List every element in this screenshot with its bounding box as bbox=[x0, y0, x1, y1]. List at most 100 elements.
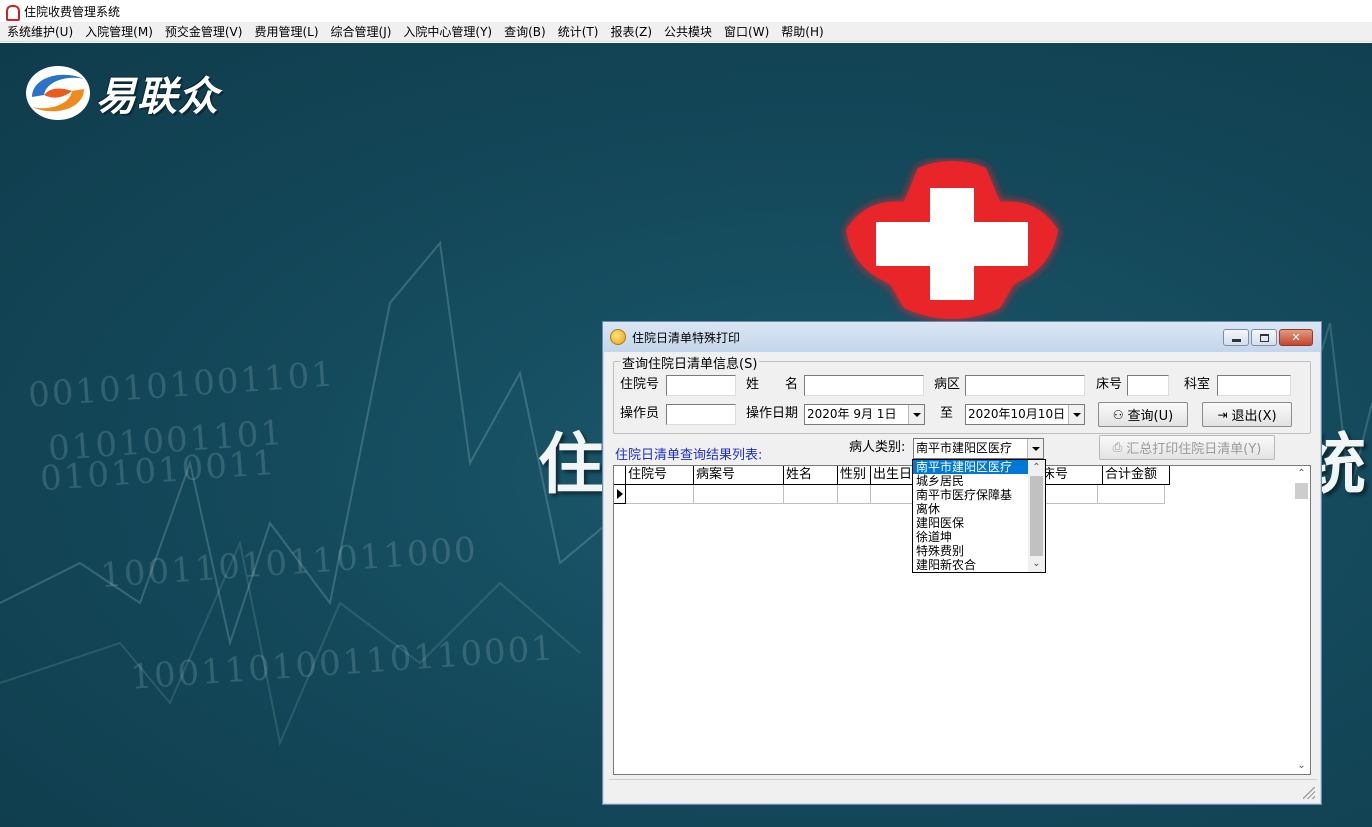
grid-vertical-scrollbar[interactable]: ⌃ ⌄ bbox=[1293, 466, 1310, 774]
brand-logo-text: 易联众 bbox=[96, 74, 219, 120]
banner-text-left: 住 bbox=[538, 426, 604, 503]
close-button[interactable]: ✕ bbox=[1279, 329, 1313, 346]
column-header[interactable]: 住院号 bbox=[626, 466, 694, 485]
menu-help[interactable]: 帮助(H) bbox=[776, 22, 830, 42]
brand-logo: 易联众 bbox=[22, 63, 219, 123]
ward-label: 病区 bbox=[934, 377, 961, 392]
dropdown-option[interactable]: 南平市建阳区医疗 bbox=[913, 460, 1029, 474]
dropdown-option[interactable]: 特殊费别 bbox=[913, 544, 1029, 558]
dialog-app-icon bbox=[610, 329, 626, 345]
app-title-bar: 住院收费管理系统 bbox=[0, 0, 1372, 22]
query-button-label: 查询(U) bbox=[1127, 409, 1174, 424]
date-from-value: 2020年 9月 1日 bbox=[807, 407, 897, 421]
date-to-dropdown-button[interactable] bbox=[1068, 405, 1084, 424]
column-header[interactable]: 床号 bbox=[1040, 466, 1103, 485]
inpatient-no-label: 住院号 bbox=[620, 377, 660, 392]
dept-field[interactable] bbox=[1217, 375, 1291, 396]
resize-grip-icon[interactable] bbox=[1303, 787, 1315, 799]
dropdown-option[interactable]: 城乡居民 bbox=[913, 474, 1029, 488]
exit-button[interactable]: ⇥ 退出(X) bbox=[1202, 402, 1292, 427]
date-to-picker[interactable]: 2020年10月10日 bbox=[965, 404, 1085, 425]
table-cell[interactable] bbox=[1098, 485, 1165, 504]
column-header[interactable]: 合计金额 bbox=[1103, 466, 1170, 485]
table-cell[interactable] bbox=[784, 485, 838, 504]
query-group-title: 查询住院日清单信息(S) bbox=[620, 353, 760, 372]
menu-public-module[interactable]: 公共模块 bbox=[659, 22, 719, 42]
name-label: 姓 名 bbox=[746, 377, 799, 392]
menu-reports[interactable]: 报表(Z) bbox=[605, 22, 659, 42]
table-row[interactable] bbox=[614, 485, 1165, 504]
minimize-button[interactable] bbox=[1223, 329, 1249, 346]
menu-admission[interactable]: 入院管理(M) bbox=[80, 22, 160, 42]
exit-button-label: 退出(X) bbox=[1231, 409, 1277, 424]
printer-icon: ⎙ bbox=[1112, 440, 1123, 454]
column-header[interactable]: 出生日 bbox=[871, 466, 917, 485]
dropdown-option[interactable]: 离休 bbox=[913, 502, 1029, 516]
app-logo-icon bbox=[4, 4, 20, 21]
dropdown-option[interactable]: 南平市医疗保障基 bbox=[913, 488, 1029, 502]
menu-window[interactable]: 窗口(W) bbox=[719, 22, 776, 42]
status-bar bbox=[609, 779, 1317, 801]
dropdown-option[interactable]: 建阳新农合 bbox=[913, 558, 1029, 572]
table-cell[interactable] bbox=[626, 485, 694, 504]
menu-admission-center[interactable]: 入院中心管理(Y) bbox=[398, 22, 499, 42]
column-header[interactable]: 性别 bbox=[838, 466, 871, 485]
menu-system-maintenance[interactable]: 系统维护(U) bbox=[2, 22, 80, 42]
close-icon: ✕ bbox=[1291, 331, 1301, 344]
scrollbar-thumb[interactable] bbox=[1030, 476, 1043, 556]
patient-type-dropdown-button[interactable] bbox=[1027, 439, 1043, 458]
menu-fees[interactable]: 费用管理(L) bbox=[249, 22, 325, 42]
grid-header: 住院号 病案号 姓名 性别 出生日 名称 床号 合计金额 bbox=[614, 466, 1170, 485]
result-list-label: 住院日清单查询结果列表: bbox=[615, 448, 763, 463]
menu-general[interactable]: 综合管理(J) bbox=[326, 22, 399, 42]
chevron-down-icon bbox=[912, 412, 921, 417]
scroll-up-icon[interactable]: ⌃ bbox=[1028, 460, 1045, 476]
scroll-down-icon[interactable]: ⌄ bbox=[1293, 758, 1310, 774]
query-button[interactable]: ⚇ 查询(U) bbox=[1098, 402, 1188, 427]
table-cell[interactable] bbox=[838, 485, 871, 504]
bed-label: 床号 bbox=[1096, 377, 1123, 392]
patient-type-value: 南平市建阳区医疗 bbox=[916, 441, 1013, 455]
print-summary-button[interactable]: ⎙ 汇总打印住院日清单(Y) bbox=[1099, 435, 1275, 460]
dropdown-option[interactable]: 建阳医保 bbox=[913, 516, 1029, 530]
operator-label: 操作员 bbox=[620, 406, 660, 421]
brand-logo-icon bbox=[26, 66, 90, 120]
menu-bar: 系统维护(U) 入院管理(M) 预交金管理(V) 费用管理(L) 综合管理(J)… bbox=[0, 22, 1372, 42]
column-header[interactable]: 病案号 bbox=[694, 466, 784, 485]
maximize-icon bbox=[1259, 333, 1269, 342]
bed-field[interactable] bbox=[1127, 375, 1169, 396]
dropdown-option[interactable]: 徐道坤 bbox=[913, 530, 1029, 544]
grid-corner bbox=[614, 466, 626, 485]
column-header[interactable]: 姓名 bbox=[784, 466, 838, 485]
menu-prepayment[interactable]: 预交金管理(V) bbox=[160, 22, 250, 42]
patient-type-select[interactable]: 南平市建阳区医疗 bbox=[913, 438, 1044, 459]
maximize-button[interactable] bbox=[1251, 329, 1277, 346]
row-indicator bbox=[614, 485, 626, 504]
inpatient-no-field[interactable] bbox=[666, 375, 736, 396]
current-row-icon bbox=[616, 489, 623, 499]
dialog-title-bar[interactable]: 住院日清单特殊打印 ✕ bbox=[603, 322, 1321, 352]
name-field[interactable] bbox=[804, 375, 924, 396]
menu-statistics[interactable]: 统计(T) bbox=[553, 22, 606, 42]
table-cell[interactable] bbox=[694, 485, 784, 504]
menu-query[interactable]: 查询(B) bbox=[499, 22, 553, 42]
to-label: 至 bbox=[940, 406, 954, 421]
chevron-down-icon bbox=[1072, 412, 1081, 417]
patient-type-dropdown-list[interactable]: 南平市建阳区医疗 城乡居民 南平市医疗保障基 离休 建阳医保 徐道坤 特殊费别 … bbox=[912, 459, 1046, 573]
query-group: 查询住院日清单信息(S) 住院号 姓 名 病区 床号 科室 操作员 操作日期 2… bbox=[613, 353, 1311, 434]
ward-field[interactable] bbox=[965, 375, 1085, 396]
dropdown-scrollbar[interactable]: ⌃ ⌄ bbox=[1028, 460, 1045, 572]
print-summary-label: 汇总打印住院日清单(Y) bbox=[1126, 442, 1262, 457]
patient-type-label: 病人类别: bbox=[849, 440, 906, 455]
scroll-down-icon[interactable]: ⌄ bbox=[1028, 556, 1045, 572]
chevron-down-icon bbox=[1031, 446, 1040, 451]
scrollbar-thumb[interactable] bbox=[1295, 483, 1308, 499]
exit-door-icon: ⇥ bbox=[1217, 407, 1228, 422]
scroll-up-icon[interactable]: ⌃ bbox=[1293, 466, 1310, 482]
date-to-value: 2020年10月10日 bbox=[968, 407, 1066, 421]
operator-field[interactable] bbox=[666, 404, 736, 425]
date-from-dropdown-button[interactable] bbox=[908, 405, 924, 424]
table-cell[interactable] bbox=[871, 485, 917, 504]
binoculars-icon: ⚇ bbox=[1112, 407, 1124, 422]
date-from-picker[interactable]: 2020年 9月 1日 bbox=[804, 404, 925, 425]
